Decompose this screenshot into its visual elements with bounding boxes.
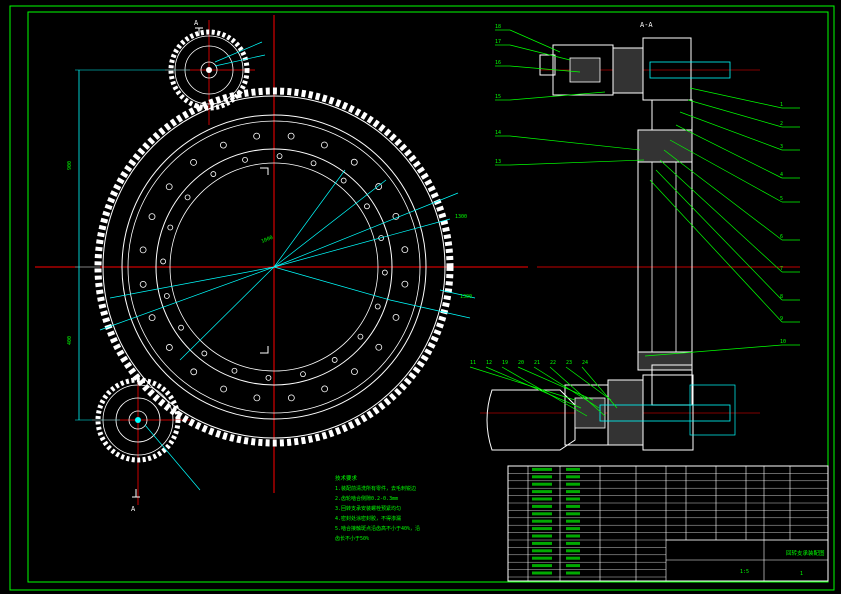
dim-text-2: 400 (67, 336, 73, 345)
bom-cell-text (566, 556, 580, 560)
drawing-sheet: 1 (800, 571, 803, 577)
bom-cell-text (566, 467, 580, 471)
bom-cell-text (566, 527, 580, 531)
bom-cell-text (532, 467, 552, 471)
bom-cell-text (532, 541, 552, 545)
tech-line-5: 5.啮合接触斑点沿齿高不小于40%，沿 (335, 525, 420, 532)
drawing-title: 回转支承装配图 (786, 549, 825, 557)
bom-cell-text (566, 490, 580, 494)
part-number-label: 6 (780, 234, 783, 240)
dim-text-4: 1300 (455, 214, 467, 220)
bom-cell-text (566, 497, 580, 501)
bom-cell-text (532, 519, 552, 523)
bom-cell-text (532, 534, 552, 538)
bom-cell-text (532, 512, 552, 516)
background (0, 0, 841, 594)
dim-text-5: 1300 (460, 294, 472, 300)
part-number-label: 21 (534, 360, 540, 366)
bottom-pinion-center (135, 417, 141, 423)
part-number-label: 1 (780, 102, 783, 108)
bom-cell-text (566, 564, 580, 568)
bom-cell-text (532, 556, 552, 560)
bom-cell-text (532, 497, 552, 501)
bom-cell-text (532, 549, 552, 553)
part-number-label: 11 (470, 360, 476, 366)
part-number-label: 10 (780, 339, 786, 345)
part-number-label: 14 (495, 130, 501, 136)
part-number-label: 18 (495, 24, 501, 30)
dim-text-1: 900 (67, 161, 73, 170)
bom-cell-text (532, 482, 552, 486)
part-number-label: 22 (550, 360, 556, 366)
bottom-flange (607, 379, 644, 446)
part-number-label: 15 (495, 94, 501, 100)
part-number-label: 12 (486, 360, 492, 366)
tech-line-1: 1.装配前清洗所有零件，去毛刺锐边 (335, 485, 416, 492)
tech-title: 技术要求 (335, 474, 358, 482)
tech-line-6: 齿长不小于50% (335, 535, 369, 542)
bom-cell-text (566, 504, 580, 508)
cad-drawing-canvas: 900 400 1000 1300 1300 A A A-A 123456789… (0, 0, 841, 594)
part-number-label: 20 (518, 360, 524, 366)
bom-cell-text (566, 571, 580, 575)
top-pinion-center (206, 67, 212, 73)
part-number-label: 4 (780, 172, 783, 178)
part-number-label: 16 (495, 60, 501, 66)
bom-cell-text (566, 541, 580, 545)
tech-line-3: 3.回转支承安装螺栓预紧均匀 (335, 505, 401, 512)
tech-line-2: 2.齿轮啮合侧隙0.2-0.3mm (335, 495, 398, 502)
bom-cell-text (566, 534, 580, 538)
top-bearing-block (569, 57, 601, 83)
upper-ring-hatch (637, 129, 693, 163)
part-number-label: 7 (780, 266, 783, 272)
bom-cell-text (566, 549, 580, 553)
part-number-label: 19 (502, 360, 508, 366)
bom-cell-text (532, 490, 552, 494)
bom-cell-text (566, 482, 580, 486)
bom-cell-text (532, 571, 552, 575)
part-number-label: 3 (780, 144, 783, 150)
bom-cell-text (532, 527, 552, 531)
part-number-label: 5 (780, 196, 783, 202)
drawing-scale: 1:5 (740, 569, 749, 575)
part-number-label: 9 (780, 316, 783, 322)
section-title: A-A (640, 21, 653, 29)
bom-cell-text (532, 504, 552, 508)
bom-cell-text (532, 564, 552, 568)
part-number-label: 2 (780, 121, 783, 127)
part-number-label: 23 (566, 360, 572, 366)
top-flange (612, 47, 644, 94)
bom-cell-text (566, 475, 580, 479)
part-number-label: 8 (780, 294, 783, 300)
part-number-label: 24 (582, 360, 588, 366)
part-number-label: 13 (495, 159, 501, 165)
bom-cell-text (566, 519, 580, 523)
bom-cell-text (566, 512, 580, 516)
tech-line-4: 4.密封处涂密封胶，不得渗漏 (335, 515, 401, 522)
part-number-label: 17 (495, 39, 501, 45)
bom-cell-text (532, 475, 552, 479)
